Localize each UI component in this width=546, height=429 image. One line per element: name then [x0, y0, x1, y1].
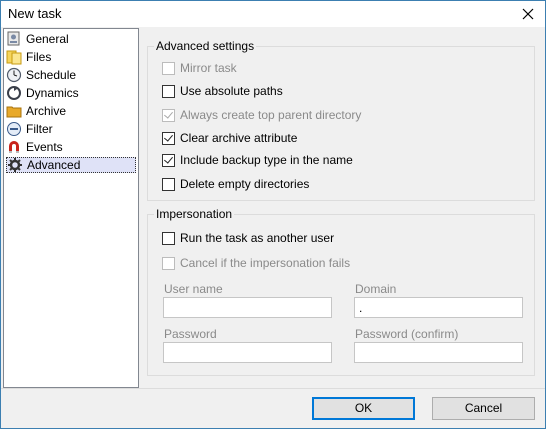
checkbox-box	[162, 231, 175, 245]
delete-empty-directories-checkbox[interactable]: Delete empty directories	[162, 177, 309, 191]
sidebar-item-label: Advanced	[27, 158, 81, 172]
archive-icon	[6, 103, 22, 119]
settings-tree[interactable]: General Files Schedule Dynamics Archive	[3, 28, 139, 388]
password-confirm-label: Password (confirm)	[355, 327, 459, 341]
filter-icon	[6, 121, 22, 137]
impersonation-group: Impersonation Run the task as another us…	[147, 207, 535, 376]
window-title: New task	[8, 6, 62, 21]
sidebar-item-events[interactable]: Events	[6, 139, 136, 155]
sidebar-item-label: Events	[26, 140, 63, 154]
clear-archive-attribute-checkbox[interactable]: Clear archive attribute	[162, 131, 297, 145]
run-as-another-user-checkbox[interactable]: Run the task as another user	[162, 231, 334, 245]
sidebar-item-label: Schedule	[26, 68, 77, 82]
password-field[interactable]	[163, 342, 332, 363]
advanced-icon	[7, 157, 23, 173]
user-name-label: User name	[164, 282, 223, 296]
domain-label: Domain	[355, 282, 397, 296]
dialog-window: New task General Files Schedule Dynamics…	[0, 0, 546, 429]
sidebar-item-archive[interactable]: Archive	[6, 103, 136, 119]
sidebar-item-label: General	[26, 32, 69, 46]
use-absolute-paths-checkbox[interactable]: Use absolute paths	[162, 84, 283, 98]
checkbox-box	[162, 61, 175, 75]
footer-divider	[1, 388, 545, 389]
mirror-task-checkbox[interactable]: Mirror task	[162, 61, 237, 75]
group-title: Impersonation	[154, 207, 235, 221]
advanced-settings-group: Advanced settings Mirror task Use absolu…	[147, 39, 535, 201]
checkbox-label: Include backup type in the name	[180, 153, 353, 167]
group-title: Advanced settings	[154, 39, 257, 53]
password-confirm-field[interactable]	[354, 342, 523, 363]
sidebar-item-schedule[interactable]: Schedule	[6, 67, 136, 83]
checkbox-box	[162, 131, 175, 145]
checkbox-box	[162, 108, 175, 122]
sidebar-item-general[interactable]: General	[6, 31, 136, 47]
schedule-icon	[6, 67, 22, 83]
ok-button[interactable]: OK	[312, 397, 415, 420]
sidebar-item-dynamics[interactable]: Dynamics	[6, 85, 136, 101]
dynamics-icon	[6, 85, 22, 101]
checkbox-label: Run the task as another user	[180, 231, 335, 245]
password-label: Password	[164, 327, 217, 341]
cancel-if-impersonation-fails-checkbox[interactable]: Cancel if the impersonation fails	[162, 256, 350, 270]
checkbox-label: Mirror task	[180, 61, 237, 75]
always-create-top-parent-checkbox[interactable]: Always create top parent directory	[162, 108, 361, 122]
checkbox-label: Clear archive attribute	[180, 131, 298, 145]
sidebar-item-label: Files	[26, 50, 52, 64]
checkbox-box	[162, 153, 175, 167]
checkbox-label: Always create top parent directory	[180, 108, 362, 122]
checkbox-label: Use absolute paths	[180, 84, 283, 98]
sidebar-item-filter[interactable]: Filter	[6, 121, 136, 137]
sidebar-item-label: Filter	[26, 122, 53, 136]
files-icon	[6, 49, 22, 65]
include-backup-type-checkbox[interactable]: Include backup type in the name	[162, 153, 353, 167]
checkbox-box	[162, 177, 175, 191]
events-icon	[6, 139, 22, 155]
sidebar-item-files[interactable]: Files	[6, 49, 136, 65]
general-icon	[6, 31, 22, 47]
checkbox-label: Delete empty directories	[180, 177, 310, 191]
checkbox-label: Cancel if the impersonation fails	[180, 256, 351, 270]
user-name-field[interactable]	[163, 297, 332, 318]
close-button[interactable]	[517, 4, 539, 24]
domain-field[interactable]	[354, 297, 523, 318]
title-bar: New task	[1, 1, 545, 27]
checkbox-box	[162, 256, 175, 270]
cancel-button[interactable]: Cancel	[432, 397, 535, 420]
close-icon	[522, 8, 534, 20]
sidebar-item-label: Dynamics	[26, 86, 79, 100]
sidebar-item-advanced[interactable]: Advanced	[6, 157, 136, 173]
sidebar-item-label: Archive	[26, 104, 67, 118]
checkbox-box	[162, 84, 175, 98]
